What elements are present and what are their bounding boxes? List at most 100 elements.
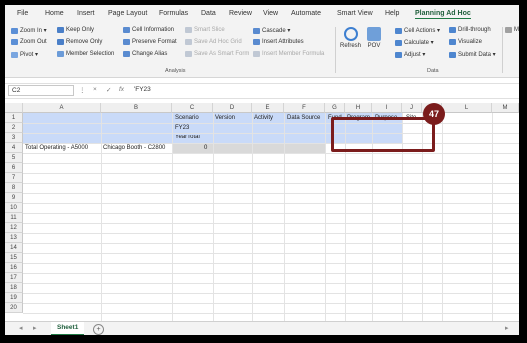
row-header[interactable]: 19 <box>5 293 23 303</box>
more-button[interactable]: Mo <box>505 27 519 33</box>
column-header[interactable]: D <box>213 103 252 113</box>
row-header[interactable]: 13 <box>5 233 23 243</box>
drill-through-button[interactable]: Drill-through <box>449 27 491 33</box>
row-header[interactable]: 16 <box>5 263 23 273</box>
cancel-icon[interactable]: × <box>93 86 97 93</box>
insert-attributes-button[interactable]: Insert Attributes <box>253 39 304 45</box>
row-header[interactable]: 10 <box>5 203 23 213</box>
row-header[interactable]: 8 <box>5 183 23 193</box>
tab-review[interactable]: Review <box>229 10 252 17</box>
row-header[interactable]: 15 <box>5 253 23 263</box>
column-header[interactable]: B <box>101 103 172 113</box>
tab-page-layout[interactable]: Page Layout <box>108 10 147 17</box>
row-header[interactable]: 1 <box>5 113 23 123</box>
name-box[interactable]: C2 <box>8 85 74 96</box>
scroll-right-icon[interactable]: ▸ <box>33 324 37 332</box>
cell-d1[interactable]: Version <box>215 115 235 121</box>
row-header[interactable]: 9 <box>5 193 23 203</box>
cell-information-button[interactable]: Cell Information <box>123 27 174 33</box>
row-header[interactable]: 20 <box>5 303 23 313</box>
row-header[interactable]: 5 <box>5 153 23 163</box>
column-header[interactable]: H <box>345 103 372 113</box>
gridline <box>23 233 519 234</box>
row-header[interactable]: 6 <box>5 163 23 173</box>
cell-c3[interactable]: YearTotal <box>175 135 200 143</box>
calculate-button[interactable]: Calculate ▾ <box>395 39 434 46</box>
gridline <box>23 223 519 224</box>
visualize-button[interactable]: Visualize <box>449 39 482 45</box>
smart-slice-button[interactable]: Smart Slice <box>185 27 225 33</box>
column-header[interactable]: E <box>252 103 284 113</box>
submit-data-button[interactable]: Submit Data ▾ <box>449 51 496 58</box>
column-header[interactable]: I <box>372 103 402 113</box>
member-selection-button[interactable]: Member Selection <box>57 51 114 57</box>
tab-formulas[interactable]: Formulas <box>159 10 188 17</box>
smart-slice-icon <box>185 27 192 33</box>
ribbon-tabs: File Home Insert Page Layout Formulas Da… <box>5 5 519 23</box>
row-header[interactable]: 3 <box>5 133 23 143</box>
remove-only-button[interactable]: Remove Only <box>57 39 102 45</box>
column-header[interactable]: F <box>284 103 325 113</box>
tab-help[interactable]: Help <box>385 10 399 17</box>
enter-icon[interactable]: ✓ <box>106 86 111 94</box>
zoom-in-button[interactable]: Zoom In ▾ <box>11 27 47 34</box>
column-header[interactable]: G <box>325 103 345 113</box>
column-header[interactable]: L <box>442 103 492 113</box>
cell-c4[interactable]: 0 <box>204 145 207 151</box>
keep-only-button[interactable]: Keep Only <box>57 27 94 33</box>
column-header[interactable]: M <box>492 103 519 113</box>
name-box-dropdown-icon[interactable]: ⋮ <box>79 86 86 94</box>
zoom-out-button[interactable]: Zoom Out <box>11 39 47 45</box>
cell-e1[interactable]: Activity <box>254 115 273 121</box>
row-header[interactable]: 4 <box>5 143 23 153</box>
cell-c1[interactable]: Scenario <box>175 115 199 121</box>
insert-member-formula-button[interactable]: Insert Member Formula <box>253 51 324 57</box>
row-header[interactable]: 11 <box>5 213 23 223</box>
insert-function-icon[interactable]: fx <box>119 86 124 93</box>
pivot-icon <box>11 51 18 58</box>
row-header[interactable]: 17 <box>5 273 23 283</box>
save-as-smart-form-button[interactable]: Save As Smart Form <box>185 51 249 57</box>
annotation-highlight-box <box>331 117 435 152</box>
cell-f1[interactable]: Data Source <box>287 115 320 121</box>
row-header[interactable]: 14 <box>5 243 23 253</box>
row-header[interactable]: 2 <box>5 123 23 133</box>
tab-view[interactable]: View <box>263 10 278 17</box>
save-ad-hoc-grid-button[interactable]: Save Ad Hoc Grid <box>185 39 242 45</box>
pov-button[interactable]: POV <box>367 27 381 49</box>
adjust-icon <box>395 51 402 58</box>
hscroll-right-icon[interactable]: ▸ <box>505 324 509 332</box>
cascade-button[interactable]: Cascade ▾ <box>253 27 290 34</box>
tab-data[interactable]: Data <box>201 10 216 17</box>
column-header[interactable]: C <box>172 103 213 113</box>
gridline <box>23 143 519 144</box>
tab-planning-ad-hoc[interactable]: Planning Ad Hoc <box>415 10 471 19</box>
sheet-tab-sheet1[interactable]: Sheet1 <box>51 322 85 335</box>
add-sheet-icon[interactable]: + <box>93 324 104 335</box>
cell-actions-button[interactable]: Cell Actions ▾ <box>395 27 440 34</box>
column-header[interactable]: J <box>402 103 422 113</box>
gridline <box>172 113 173 321</box>
formula-input[interactable]: 'FY23 <box>134 86 151 93</box>
change-alias-button[interactable]: Change Alias <box>123 51 167 57</box>
column-header[interactable]: A <box>23 103 101 113</box>
cell-b4[interactable]: Chicago Booth - C2800 <box>103 145 165 151</box>
preserve-format-button[interactable]: Preserve Format <box>123 39 177 45</box>
scroll-left-icon[interactable]: ◂ <box>19 324 23 332</box>
tab-automate[interactable]: Automate <box>291 10 321 17</box>
tab-file[interactable]: File <box>17 10 28 17</box>
tab-smart-view[interactable]: Smart View <box>337 10 373 17</box>
worksheet-grid: A B C D E F G H I J K L M 1 2 3 4 5 6 7 … <box>5 103 519 321</box>
adjust-button[interactable]: Adjust ▾ <box>395 51 425 58</box>
cell-a4[interactable]: Total Operating - A5000 <box>25 145 88 151</box>
cell-c2[interactable]: FY23 <box>175 125 189 131</box>
tab-home[interactable]: Home <box>45 10 64 17</box>
gridline <box>442 113 443 321</box>
row-header[interactable]: 18 <box>5 283 23 293</box>
row-header[interactable]: 12 <box>5 223 23 233</box>
refresh-button[interactable]: Refresh <box>340 27 361 49</box>
row-header[interactable]: 7 <box>5 173 23 183</box>
tab-insert[interactable]: Insert <box>77 10 95 17</box>
select-all-corner[interactable] <box>5 103 23 113</box>
pivot-button[interactable]: Pivot ▾ <box>11 51 38 58</box>
